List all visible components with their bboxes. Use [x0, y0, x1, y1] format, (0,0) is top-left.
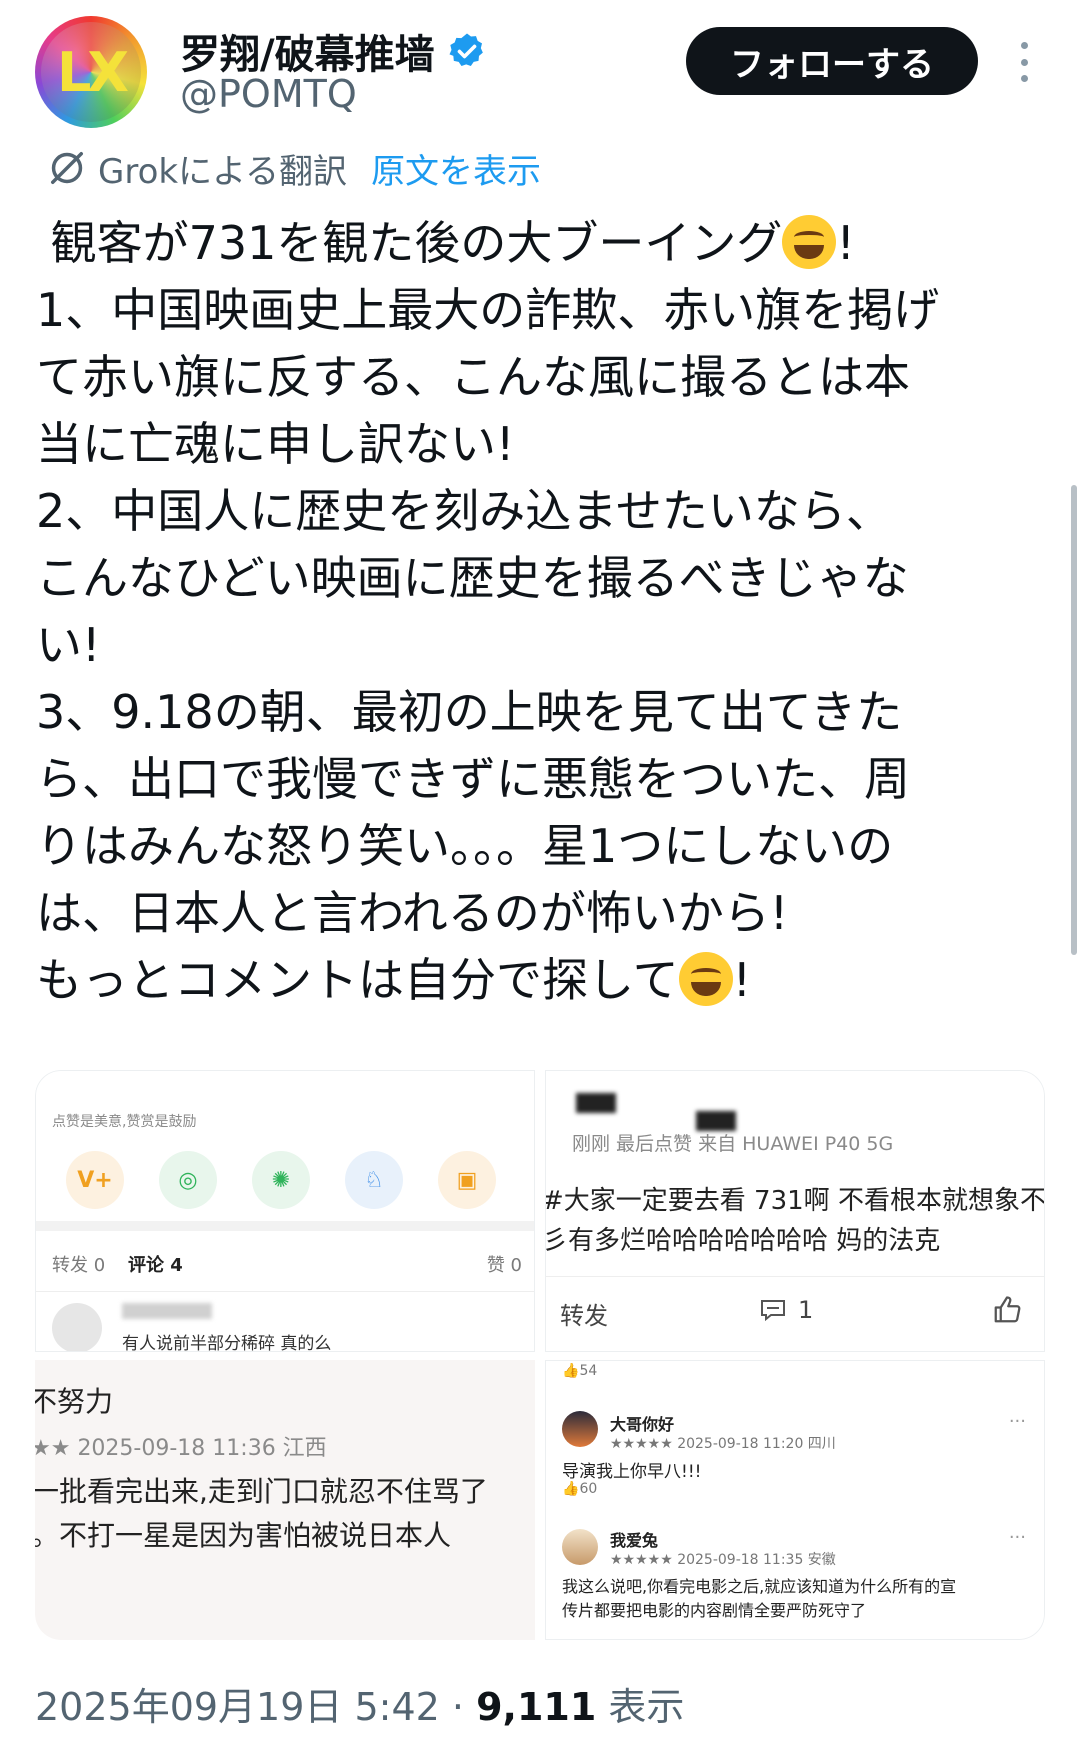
divider: [36, 1221, 534, 1231]
comment-text: 传片都要把电影的内容剧情全要严防死守了: [562, 1601, 867, 1620]
commenter-name: 我爱兔: [610, 1531, 659, 1550]
commenter-avatar: [562, 1529, 598, 1565]
commenter-avatar: [52, 1303, 102, 1351]
avatar-text: LX: [41, 22, 141, 122]
comment-text: 有人说前半部分稀碎 真的么: [122, 1334, 332, 1352]
review-username: 不努力: [35, 1385, 114, 1418]
views-label: 表示: [596, 1685, 685, 1729]
comment-text: 我这么说吧,你看完电影之后,就应该知道为什么所有的宣: [562, 1577, 957, 1596]
rolling-on-floor-laughing-emoji-icon: [782, 215, 837, 269]
tweet-meta: 2025年09月19日 5:42 · 9,111 表示: [35, 1676, 684, 1731]
show-original-link[interactable]: 原文を表示: [371, 144, 541, 193]
tweet-line: 当に亡魂に申し訳ない!: [36, 417, 515, 471]
tweet-header: LX 罗翔/破幕推墙 @POMTQ フォローする: [0, 0, 1080, 140]
tweet-line: もっとコメントは自分で探して!: [36, 952, 752, 1007]
translation-label: Grokによる翻訳: [98, 151, 348, 192]
scrollbar[interactable]: [1071, 485, 1077, 955]
forward-action: 转发: [560, 1302, 608, 1330]
review-meta: ★★ 2025-09-18 11:36 江西: [35, 1436, 327, 1461]
blurred-avatar: [576, 1093, 616, 1113]
share-icons-row: V+ ◎ ✺ ♘ ▣: [66, 1151, 531, 1209]
verified-badge-icon: [449, 33, 483, 66]
comment-text: 导演我上你早八!!!: [562, 1462, 702, 1482]
tweet-line: い!: [36, 618, 101, 672]
save-image-icon: ▣: [438, 1151, 496, 1209]
qq-icon: ♘: [345, 1151, 403, 1209]
tab-forward: 转发 0: [52, 1255, 106, 1276]
divider: [36, 1291, 534, 1292]
reward-icon: V+: [66, 1151, 124, 1209]
tweet-text: 観客が731を観た後の大ブーイング! 1、中国映画史上最大の詐欺、赤い旗を掲げ て赤…: [36, 210, 1046, 1014]
view-count: 9,111: [476, 1685, 597, 1729]
like-count: 👍60: [562, 1481, 598, 1497]
media-image-2[interactable]: 刚刚 最后点赞 来自 HUAWEI P40 5G #大家一定要去看 731啊 不…: [545, 1070, 1045, 1352]
tweet-timestamp[interactable]: 2025年09月19日 5:42 ·: [35, 1685, 476, 1729]
tweet-line: 3、9.18の朝、最初の上映を見て出てきた: [36, 685, 903, 739]
translation-bar: Grokによる翻訳 原文を表示: [48, 144, 541, 193]
post-text: #大家一定要去看 731啊 不看根本就想象不 彡有多烂哈哈哈哈哈哈哈 妈的法克: [545, 1186, 1045, 1256]
more-horizontal-icon: ···: [1008, 1411, 1026, 1432]
tweet-line: 観客が731を観た後の大ブーイング!: [36, 215, 855, 270]
comment-action: 1: [760, 1296, 813, 1324]
tweet-line: は、日本人と言われるのが怖いから!: [36, 886, 789, 940]
tweet-line: こんなひどい映画に歴史を撮るべきじゃな: [36, 551, 909, 605]
blurred-username: [122, 1303, 212, 1319]
commenter-avatar: [562, 1411, 598, 1447]
review-text: 一批看完出来,走到门口就忍不住骂了: [35, 1475, 488, 1508]
wechat-icon: ◎: [159, 1151, 217, 1209]
media-image-4[interactable]: 👍54 大哥你好 ★★★★★ 2025-09-18 11:20 四川 ··· 导…: [545, 1360, 1045, 1640]
tweet-line: 2、中国人に歴史を刻み込ませたいなら、: [36, 484, 892, 538]
more-vertical-icon[interactable]: [1014, 42, 1034, 82]
more-horizontal-icon: ···: [1008, 1527, 1026, 1548]
comment-icon: [761, 1300, 785, 1322]
follow-button[interactable]: フォローする: [686, 27, 978, 95]
tab-likes: 赞 0: [486, 1255, 522, 1276]
tab-comments: 评论 4: [128, 1255, 183, 1276]
review-text: 。不打一星是因为害怕被说日本人: [35, 1519, 452, 1552]
tweet-line: 1、中国映画史上最大の詐欺、赤い旗を掲げ: [36, 283, 940, 337]
comment-meta: ★★★★★ 2025-09-18 11:20 四川: [610, 1436, 836, 1452]
divider: [546, 1276, 1044, 1277]
rolling-on-floor-laughing-emoji-icon: [678, 952, 733, 1006]
tweet-line: りはみんな怒り笑い。。。星1つにしないの: [36, 819, 894, 873]
media-image-3[interactable]: 不努力 ★★ 2025-09-18 11:36 江西 一批看完出来,走到门口就忍…: [35, 1360, 535, 1640]
avatar[interactable]: LX: [35, 16, 147, 128]
media-image-1[interactable]: 点赞是美意,赞赏是鼓励 V+ ◎ ✺ ♘ ▣ 转发 0 评论 4 赞 0 有人说…: [35, 1070, 535, 1352]
author-handle[interactable]: @POMTQ: [180, 72, 357, 116]
comment-meta: ★★★★★ 2025-09-18 11:35 安徽: [610, 1552, 836, 1568]
comment-count: 1: [798, 1296, 814, 1324]
commenter-name: 大哥你好: [610, 1415, 675, 1434]
like-count: 👍54: [562, 1363, 598, 1379]
grok-icon: [51, 152, 83, 184]
moments-icon: ✺: [252, 1151, 310, 1209]
reward-hint: 点赞是美意,赞赏是鼓励: [52, 1114, 197, 1130]
post-meta: 刚刚 最后点赞 来自 HUAWEI P40 5G: [572, 1133, 894, 1155]
tweet-line: ら、出口で我慢できずに悪態をついた、周: [36, 752, 910, 806]
tweet-line: て赤い旗に反する、こんな風に撮るとは本: [36, 350, 910, 404]
blurred-username: [696, 1111, 736, 1131]
media-grid: 点赞是美意,赞赏是鼓励 V+ ◎ ✺ ♘ ▣ 转发 0 评论 4 赞 0 有人说…: [35, 1070, 1045, 1640]
thumbs-up-icon: [994, 1296, 1021, 1323]
